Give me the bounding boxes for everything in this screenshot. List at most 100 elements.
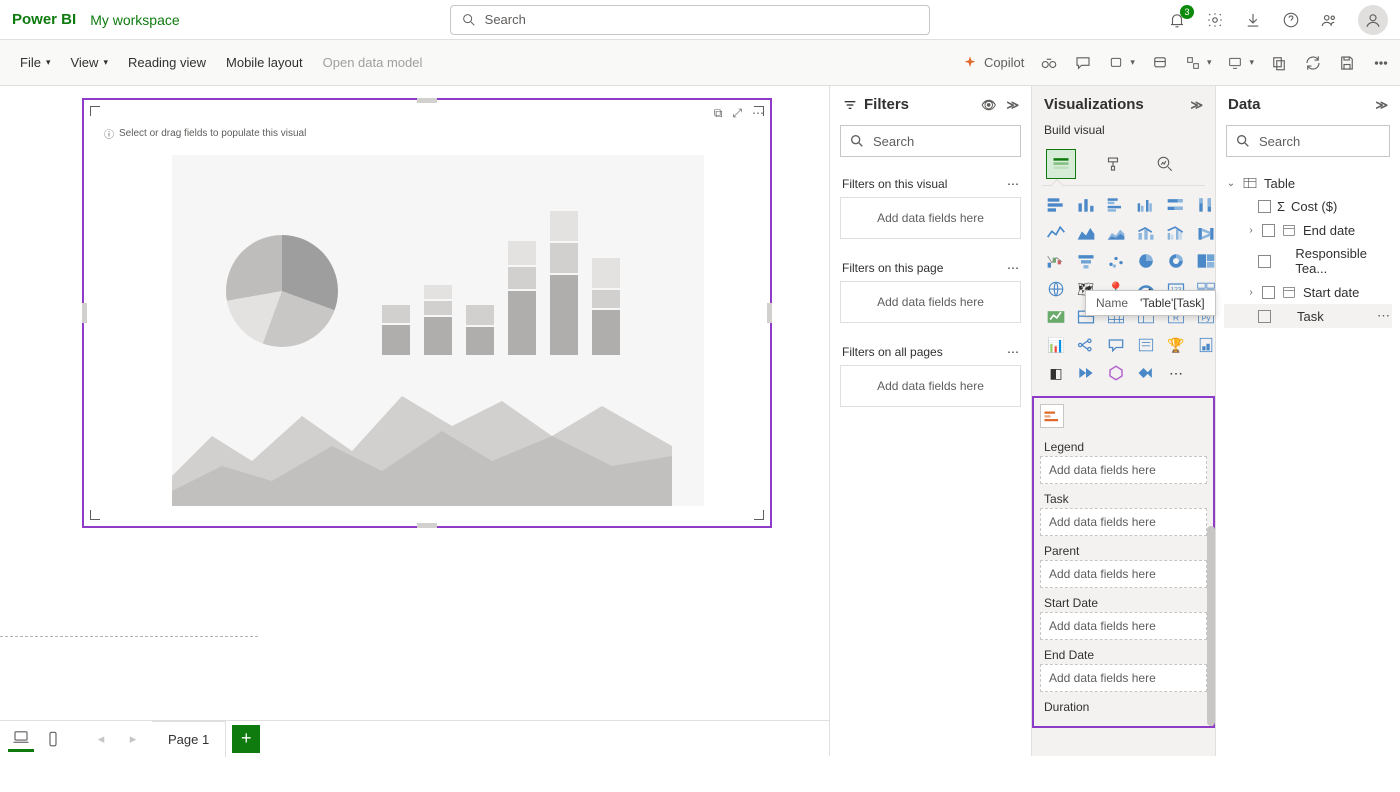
more-button[interactable] — [1372, 54, 1390, 72]
ribbon-chart-icon[interactable] — [1194, 222, 1218, 244]
waterfall-icon[interactable] — [1044, 250, 1068, 272]
copy-button[interactable] — [1270, 54, 1288, 72]
power-apps-icon[interactable]: ◧ — [1044, 362, 1068, 384]
resize-handle[interactable] — [767, 303, 772, 323]
desktop-view-toggle[interactable] — [8, 726, 34, 752]
present-button[interactable]: ▾ — [1227, 55, 1254, 71]
global-search[interactable]: Search — [450, 5, 930, 35]
filter-drop-page[interactable]: Add data fields here — [840, 281, 1021, 323]
legend-drop[interactable]: Add data fields here — [1040, 456, 1207, 484]
clustered-bar-icon[interactable] — [1104, 194, 1128, 216]
filter-icon[interactable]: ⧉ — [714, 106, 723, 121]
field-checkbox[interactable] — [1258, 255, 1271, 268]
viz-scrollbar[interactable] — [1207, 526, 1215, 726]
expand-caret-icon[interactable]: › — [1246, 225, 1256, 236]
donut-icon[interactable] — [1164, 250, 1188, 272]
get-more-visuals-icon[interactable]: ⋯ — [1164, 362, 1188, 384]
teams-button[interactable]: ▾ — [1108, 55, 1135, 71]
field-checkbox[interactable] — [1258, 310, 1271, 323]
filters-search[interactable]: Search — [840, 125, 1021, 157]
report-canvas[interactable]: ⧉ ⤢ ⋯ ⓘ Select or drag fields to populat… — [0, 86, 829, 720]
area-chart-icon[interactable] — [1074, 222, 1098, 244]
resize-handle[interactable] — [417, 98, 437, 103]
help-button[interactable] — [1282, 11, 1300, 29]
line-clustered-column-icon[interactable] — [1164, 222, 1188, 244]
workspace-name[interactable]: My workspace — [90, 12, 179, 28]
comment-button[interactable] — [1074, 54, 1092, 72]
task-drop[interactable]: Add data fields here — [1040, 508, 1207, 536]
key-influencers-icon[interactable]: 📊 — [1044, 334, 1068, 356]
visual-container[interactable]: ⧉ ⤢ ⋯ ⓘ Select or drag fields to populat… — [82, 98, 772, 528]
field-start-date[interactable]: › Start date — [1224, 280, 1392, 304]
scatter-icon[interactable] — [1104, 250, 1128, 272]
focus-icon[interactable]: ⤢ — [732, 106, 742, 121]
line-stacked-column-icon[interactable] — [1134, 222, 1158, 244]
explore-button[interactable] — [1040, 54, 1058, 72]
resize-handle[interactable] — [90, 510, 100, 520]
section-more-icon[interactable]: ⋯ — [1007, 345, 1019, 359]
people-button[interactable] — [1320, 11, 1338, 29]
field-more-icon[interactable]: ⋯ — [1377, 308, 1390, 324]
stacked-bar-icon[interactable] — [1044, 194, 1068, 216]
prev-page-button[interactable]: ◂ — [88, 726, 114, 752]
start-drop[interactable]: Add data fields here — [1040, 612, 1207, 640]
download-button[interactable] — [1244, 11, 1262, 29]
layout-button[interactable]: ▾ — [1185, 55, 1212, 71]
filter-drop-visual[interactable]: Add data fields here — [840, 197, 1021, 239]
decomposition-icon[interactable] — [1074, 334, 1098, 356]
section-more-icon[interactable]: ⋯ — [1007, 261, 1019, 275]
treemap-icon[interactable] — [1194, 250, 1218, 272]
save-button[interactable] — [1338, 54, 1356, 72]
goals-icon[interactable]: 🏆 — [1164, 334, 1188, 356]
parent-drop[interactable]: Add data fields here — [1040, 560, 1207, 588]
resize-handle[interactable] — [90, 106, 100, 116]
view-menu[interactable]: View▾ — [60, 49, 117, 76]
notifications-button[interactable]: 3 — [1168, 11, 1186, 29]
filter-drop-all[interactable]: Add data fields here — [840, 365, 1021, 407]
pie-icon[interactable] — [1134, 250, 1158, 272]
show-filters-icon[interactable]: 👁 — [981, 98, 996, 112]
refresh-button[interactable] — [1304, 54, 1322, 72]
expand-caret-icon[interactable]: › — [1246, 287, 1256, 298]
user-avatar[interactable] — [1358, 5, 1388, 35]
field-end-date[interactable]: › End date — [1224, 218, 1392, 242]
copilot-button[interactable]: Copilot — [962, 55, 1024, 71]
funnel-icon[interactable] — [1074, 250, 1098, 272]
visual-more-icon[interactable]: ⋯ — [752, 106, 764, 121]
hundred-stacked-bar-icon[interactable] — [1164, 194, 1188, 216]
mobile-layout-button[interactable]: Mobile layout — [216, 49, 313, 76]
hundred-stacked-column-icon[interactable] — [1194, 194, 1218, 216]
map-icon[interactable] — [1044, 278, 1068, 300]
section-more-icon[interactable]: ⋯ — [1007, 177, 1019, 191]
table-node[interactable]: ⌄ Table — [1224, 171, 1392, 195]
build-visual-tab[interactable] — [1046, 149, 1076, 179]
field-cost[interactable]: Σ Cost ($) — [1224, 195, 1392, 218]
format-visual-tab[interactable] — [1098, 149, 1128, 179]
stacked-area-icon[interactable] — [1104, 222, 1128, 244]
settings-button[interactable] — [1206, 11, 1224, 29]
file-menu[interactable]: File▾ — [10, 49, 60, 76]
collapse-pane-icon[interactable]: ≫ — [1190, 98, 1203, 112]
page-tab[interactable]: Page 1 — [152, 721, 226, 757]
expand-caret-icon[interactable]: ⌄ — [1226, 178, 1236, 189]
power-automate-icon[interactable] — [1074, 362, 1098, 384]
open-data-model-button[interactable]: Open data model — [313, 49, 433, 76]
resize-handle[interactable] — [754, 510, 764, 520]
stacked-column-icon[interactable] — [1074, 194, 1098, 216]
add-page-button[interactable]: + — [232, 725, 260, 753]
selected-visual-thumb[interactable] — [1040, 404, 1064, 428]
bookmark-button[interactable] — [1151, 54, 1169, 72]
data-search[interactable]: Search — [1226, 125, 1390, 157]
line-chart-icon[interactable] — [1044, 222, 1068, 244]
field-task[interactable]: Task ⋯ — [1224, 304, 1392, 328]
mobile-view-toggle[interactable] — [40, 726, 66, 752]
collapse-pane-icon[interactable]: ≫ — [1006, 98, 1019, 112]
field-checkbox[interactable] — [1262, 286, 1275, 299]
resize-handle[interactable] — [417, 523, 437, 528]
clustered-column-icon[interactable] — [1134, 194, 1158, 216]
paginated-icon[interactable] — [1194, 334, 1218, 356]
collapse-pane-icon[interactable]: ≫ — [1375, 98, 1388, 112]
custom-visual-1-icon[interactable] — [1104, 362, 1128, 384]
field-checkbox[interactable] — [1262, 224, 1275, 237]
resize-handle[interactable] — [82, 303, 87, 323]
